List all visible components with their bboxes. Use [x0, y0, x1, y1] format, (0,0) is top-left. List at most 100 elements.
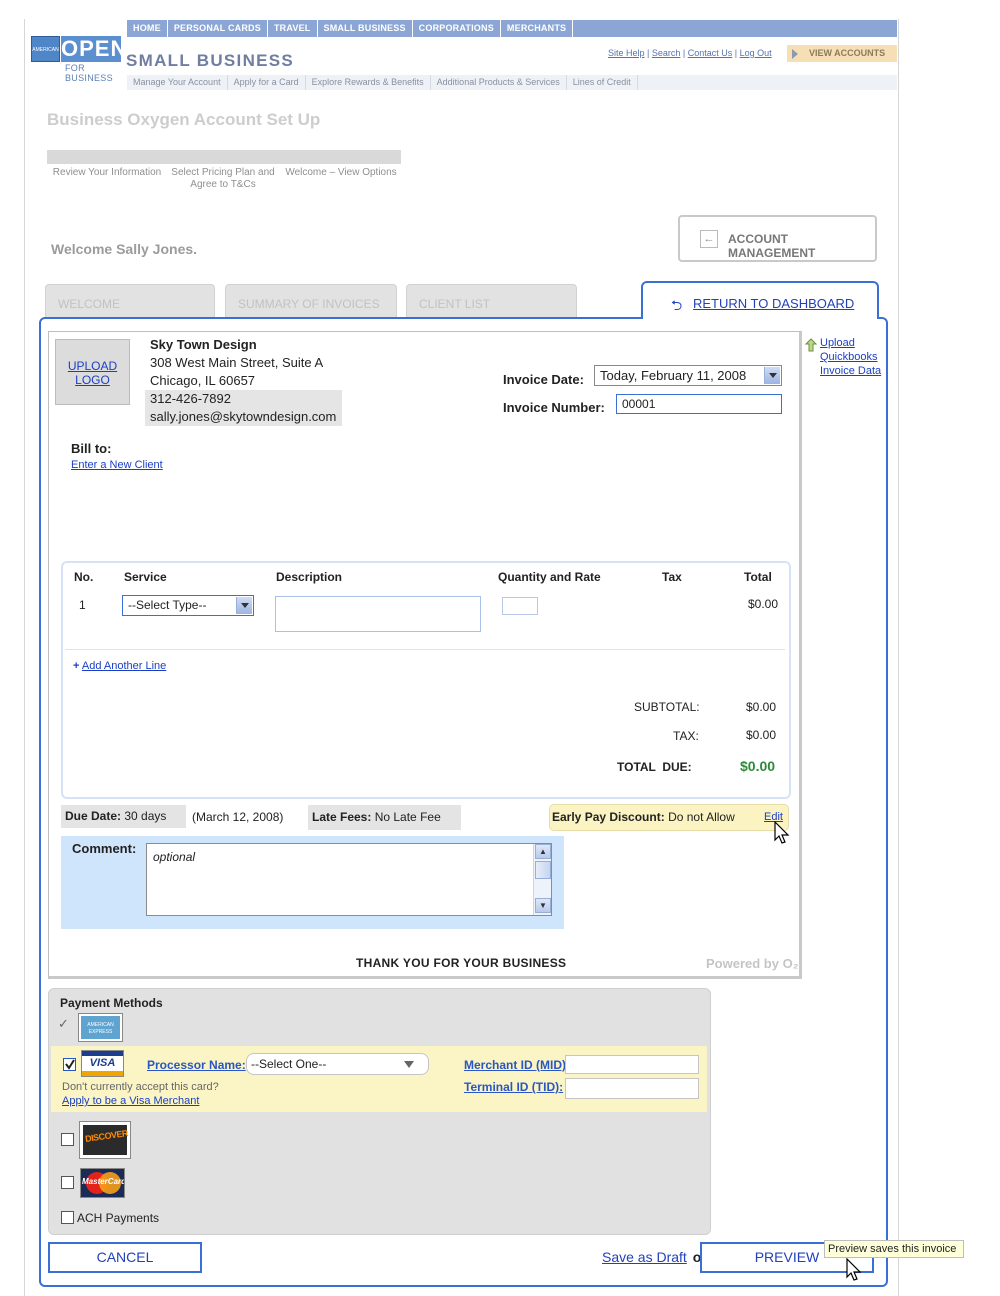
tax-label: TAX:: [673, 729, 699, 743]
cancel-button[interactable]: CANCEL: [48, 1242, 202, 1273]
scroll-down-icon[interactable]: ▼: [535, 898, 551, 913]
tab-summary-of-invoices[interactable]: SUMMARY OF INVOICES: [225, 284, 397, 318]
log-out-link[interactable]: Log Out: [740, 48, 772, 58]
tab-client-list[interactable]: CLIENT LIST: [406, 284, 577, 318]
enter-new-client-link[interactable]: Enter a New Client: [71, 459, 163, 471]
tax-value: $0.00: [746, 728, 777, 742]
subnav-apply-card[interactable]: Apply for a Card: [228, 75, 306, 90]
early-pay-value: Do not Allow: [668, 810, 735, 824]
topnav-merchants[interactable]: MERCHANTS: [501, 20, 574, 37]
invoice-date-select[interactable]: Today, February 11, 2008: [594, 365, 782, 386]
plus-icon: +: [73, 660, 80, 672]
upload-logo-link[interactable]: UPLOAD LOGO: [68, 359, 118, 387]
topnav-small-business[interactable]: SMALL BUSINESS: [318, 20, 413, 37]
company-address-line1: 308 West Main Street, Suite A: [150, 355, 324, 370]
payment-methods-title: Payment Methods: [60, 996, 163, 1010]
processor-name-select[interactable]: --Select One--: [246, 1053, 429, 1075]
subnav-lines-of-credit[interactable]: Lines of Credit: [567, 75, 638, 90]
late-fees-field[interactable]: Late Fees: No Late Fee: [308, 805, 461, 830]
quantity-input[interactable]: [502, 597, 538, 615]
contact-us-link[interactable]: Contact Us: [688, 48, 733, 58]
visa-card-icon: VISA: [81, 1050, 124, 1077]
subnav-manage-account[interactable]: Manage Your Account: [127, 75, 228, 90]
upload-arrow-icon: [804, 338, 818, 352]
late-fees-label: Late Fees:: [312, 810, 372, 824]
subnav-rewards[interactable]: Explore Rewards & Benefits: [306, 75, 431, 90]
tab-return-to-dashboard[interactable]: ⮌ RETURN TO DASHBOARD: [641, 281, 879, 319]
upload-quickbooks-link[interactable]: Upload Quickbooks Invoice Data: [820, 336, 890, 378]
service-type-select[interactable]: --Select Type--: [122, 595, 254, 616]
mouse-cursor-icon: [846, 1258, 862, 1281]
return-dashboard-label: RETURN TO DASHBOARD: [693, 296, 855, 311]
description-input[interactable]: [275, 596, 481, 632]
save-as-draft-link[interactable]: Save as Draft: [602, 1249, 687, 1265]
due-date-field[interactable]: Due Date: 30 days: [61, 805, 186, 828]
topnav-travel[interactable]: TRAVEL: [268, 20, 318, 37]
topnav-corporations[interactable]: CORPORATIONS: [413, 20, 501, 37]
add-another-line-link[interactable]: Add Another Line: [82, 660, 166, 672]
scroll-up-icon[interactable]: ▲: [535, 844, 551, 859]
site-help-link[interactable]: Site Help: [608, 48, 645, 58]
mastercard-checkbox[interactable]: [61, 1176, 74, 1189]
checkmark-icon: ✓: [58, 1016, 69, 1031]
invoice-number-label: Invoice Number:: [503, 400, 605, 415]
service-type-value: --Select Type--: [128, 598, 207, 612]
company-phone: 312-426-7892: [145, 390, 342, 408]
discover-checkbox[interactable]: [61, 1133, 74, 1146]
row-total: $0.00: [748, 597, 779, 611]
header-service: Service: [124, 570, 167, 584]
merchant-id-input[interactable]: [565, 1055, 699, 1074]
upload-logo-box[interactable]: UPLOAD LOGO: [55, 339, 130, 405]
visa-checkbox[interactable]: [63, 1058, 76, 1071]
open-logo[interactable]: AMERICAN EXPRESS OPEN FOR BUSINESS: [31, 36, 126, 83]
company-email: sally.jones@skytowndesign.com: [145, 408, 342, 426]
header-tax: Tax: [662, 570, 682, 584]
due-date-calendar: (March 12, 2008): [192, 810, 284, 824]
utility-links: Site Help | Search | Contact Us | Log Ou…: [608, 48, 772, 58]
progress-steps-bar: [47, 150, 401, 164]
terminal-id-label: Terminal ID (TID):: [464, 1080, 564, 1094]
invoice-number-input[interactable]: 00001: [616, 394, 782, 414]
add-line-control[interactable]: + Add Another Line: [73, 660, 166, 672]
comment-label: Comment:: [72, 841, 137, 856]
account-management-button[interactable]: ← ACCOUNT MANAGEMENT: [678, 215, 877, 262]
arrow-left-icon: ←: [700, 230, 718, 248]
search-link[interactable]: Search: [652, 48, 681, 58]
mouse-cursor-icon: [774, 821, 790, 844]
comment-textarea[interactable]: optional: [146, 843, 552, 916]
ach-checkbox[interactable]: [61, 1211, 74, 1224]
for-business-text: FOR BUSINESS: [65, 63, 113, 83]
subnav-additional-products[interactable]: Additional Products & Services: [431, 75, 567, 90]
early-pay-discount-field[interactable]: Early Pay Discount: Do not Allow Edit: [549, 804, 789, 831]
amex-badge: AMERICAN EXPRESS: [31, 36, 60, 79]
header-no: No.: [74, 570, 94, 584]
topnav-personal-cards[interactable]: PERSONAL CARDS: [168, 20, 268, 37]
late-fees-value: No Late Fee: [374, 810, 441, 824]
not-accept-text: Don't currently accept this card?: [62, 1081, 219, 1093]
merchant-id-label: Merchant ID (MID):: [464, 1058, 570, 1072]
amex-card-icon: AMERICAN EXPRESS: [78, 1013, 123, 1042]
row-number: 1: [79, 598, 86, 612]
processor-name-value: --Select One--: [251, 1057, 327, 1071]
bill-to-label: Bill to:: [71, 441, 112, 456]
thank-you-message: THANK YOU FOR YOUR BUSINESS: [356, 956, 567, 970]
header-total: Total: [744, 570, 772, 584]
topnav-home[interactable]: HOME: [127, 20, 168, 37]
view-accounts-button[interactable]: VIEW ACCOUNTS: [787, 45, 897, 62]
scroll-thumb[interactable]: [535, 861, 551, 879]
processor-name-label: Processor Name:: [147, 1058, 246, 1072]
welcome-message: Welcome Sally Jones.: [51, 241, 198, 257]
mastercard-card-icon: MasterCard: [80, 1168, 125, 1198]
tab-welcome[interactable]: WELCOME: [45, 284, 215, 318]
return-icon: ⮌: [671, 297, 683, 313]
step-pricing-plan: Select Pricing Plan and Agree to T&Cs: [171, 167, 275, 190]
apply-visa-merchant-link[interactable]: Apply to be a Visa Merchant: [62, 1095, 199, 1107]
divider: [65, 649, 785, 650]
invoice-date-label: Invoice Date:: [503, 372, 584, 387]
top-nav: HOME PERSONAL CARDS TRAVEL SMALL BUSINES…: [127, 20, 897, 37]
subtotal-label: SUBTOTAL:: [634, 700, 700, 714]
terminal-id-input[interactable]: [565, 1078, 699, 1099]
invoice-date-value: Today, February 11, 2008: [600, 368, 747, 383]
header-description: Description: [276, 570, 343, 584]
comment-scrollbar[interactable]: ▲ ▼: [533, 844, 551, 915]
